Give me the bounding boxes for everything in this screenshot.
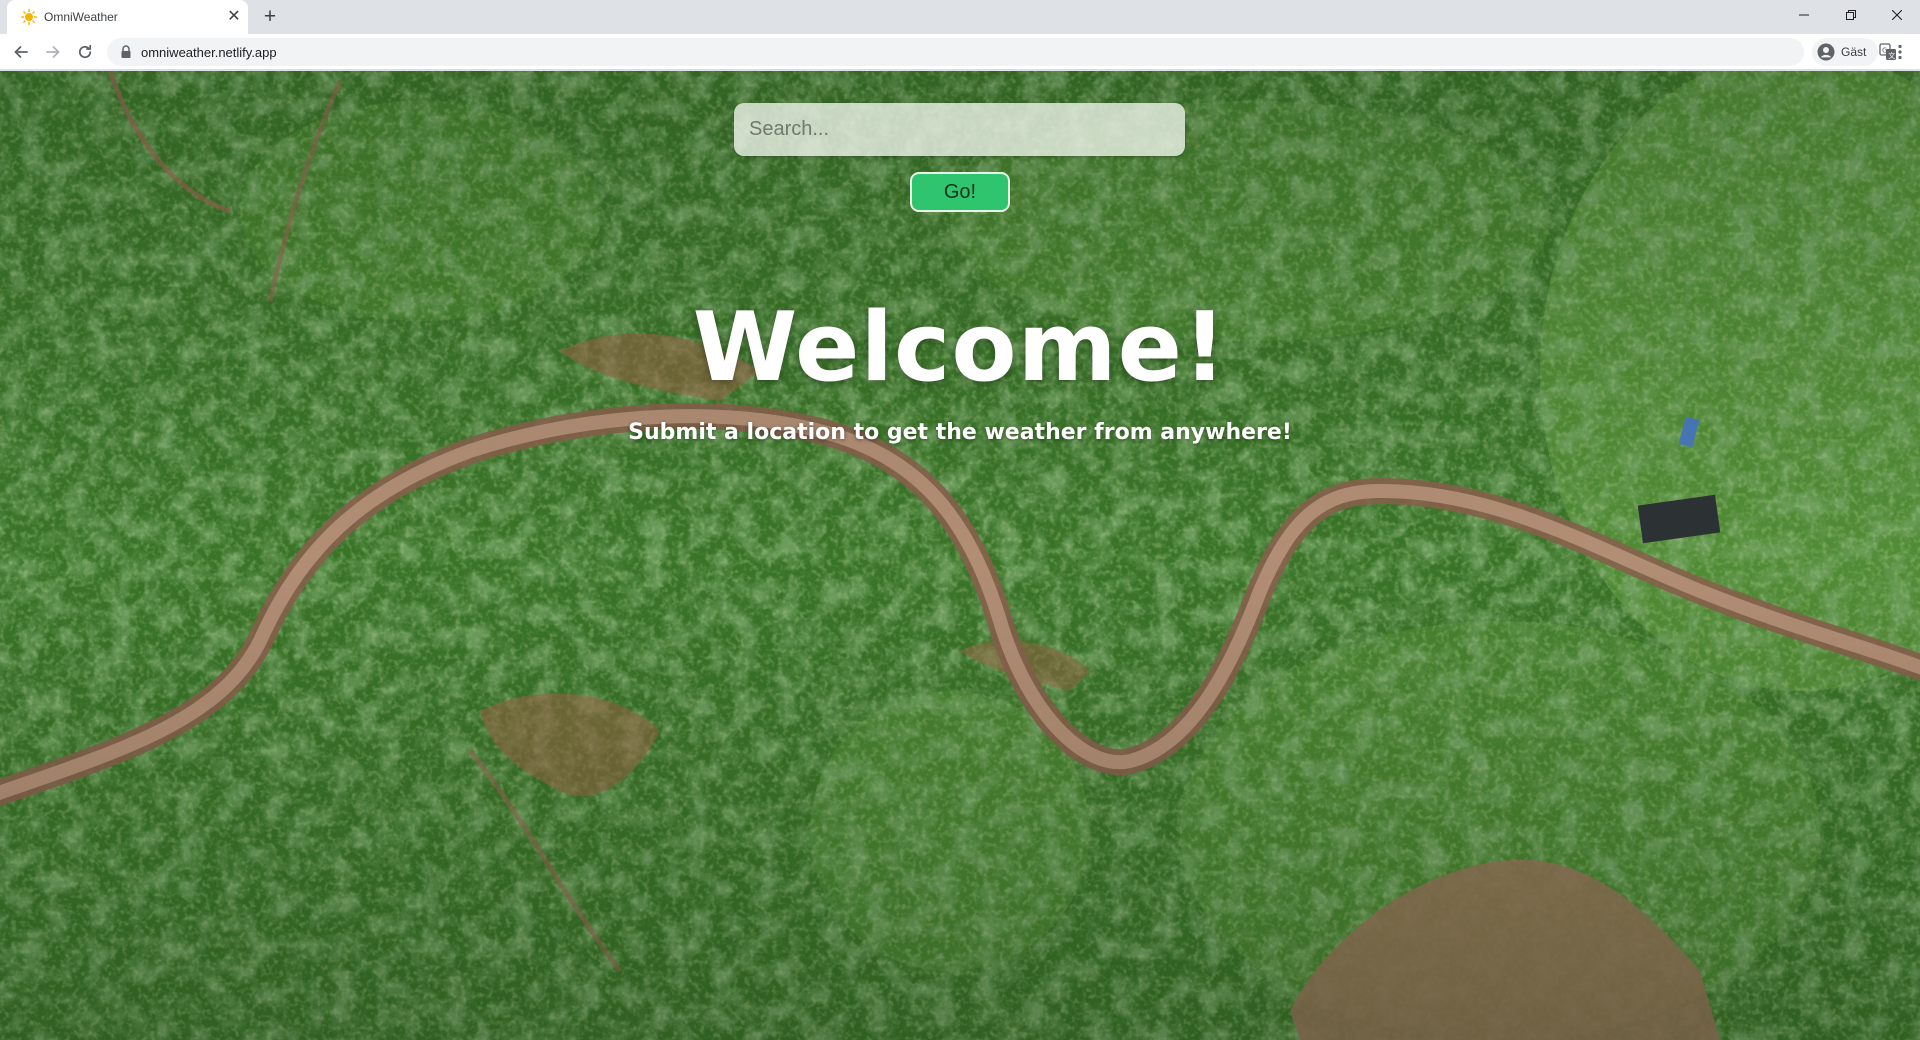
aerial-forest-background-image xyxy=(0,71,1920,1040)
page-title: Welcome! xyxy=(692,293,1228,403)
new-tab-plus-icon[interactable]: + xyxy=(259,6,281,28)
go-button[interactable]: Go! xyxy=(910,172,1010,212)
tab-close-icon[interactable]: ✕ xyxy=(225,8,243,26)
reload-icon[interactable] xyxy=(73,40,97,64)
lock-icon[interactable] xyxy=(120,45,132,59)
avatar-icon xyxy=(1817,43,1835,61)
sun-icon xyxy=(21,9,37,25)
back-arrow-icon[interactable] xyxy=(9,40,33,64)
svg-text:G: G xyxy=(1882,47,1887,55)
browser-toolbar: omniweather.netlify.app G 文 Gäst xyxy=(0,34,1920,70)
page-subtitle: Submit a location to get the weather fro… xyxy=(628,420,1292,445)
window-minimize-icon[interactable] xyxy=(1781,0,1827,30)
window-restore-icon[interactable] xyxy=(1828,0,1874,30)
kebab-menu-icon[interactable] xyxy=(1888,40,1912,64)
profile-label: Gäst xyxy=(1841,45,1867,59)
forward-arrow-icon[interactable] xyxy=(41,40,65,64)
browser-titlebar: OmniWeather ✕ + xyxy=(0,0,1920,34)
tab-title: OmniWeather xyxy=(44,10,118,24)
browser-tab[interactable]: OmniWeather ✕ xyxy=(7,0,248,34)
search-input[interactable] xyxy=(734,103,1185,156)
url-text[interactable]: omniweather.netlify.app xyxy=(141,45,277,60)
page-viewport: Go! Welcome! Submit a location to get th… xyxy=(0,71,1920,1040)
address-bar[interactable]: omniweather.netlify.app G 文 xyxy=(107,38,1896,66)
window-close-icon[interactable] xyxy=(1874,0,1920,30)
profile-button[interactable]: Gäst xyxy=(1812,38,1878,66)
